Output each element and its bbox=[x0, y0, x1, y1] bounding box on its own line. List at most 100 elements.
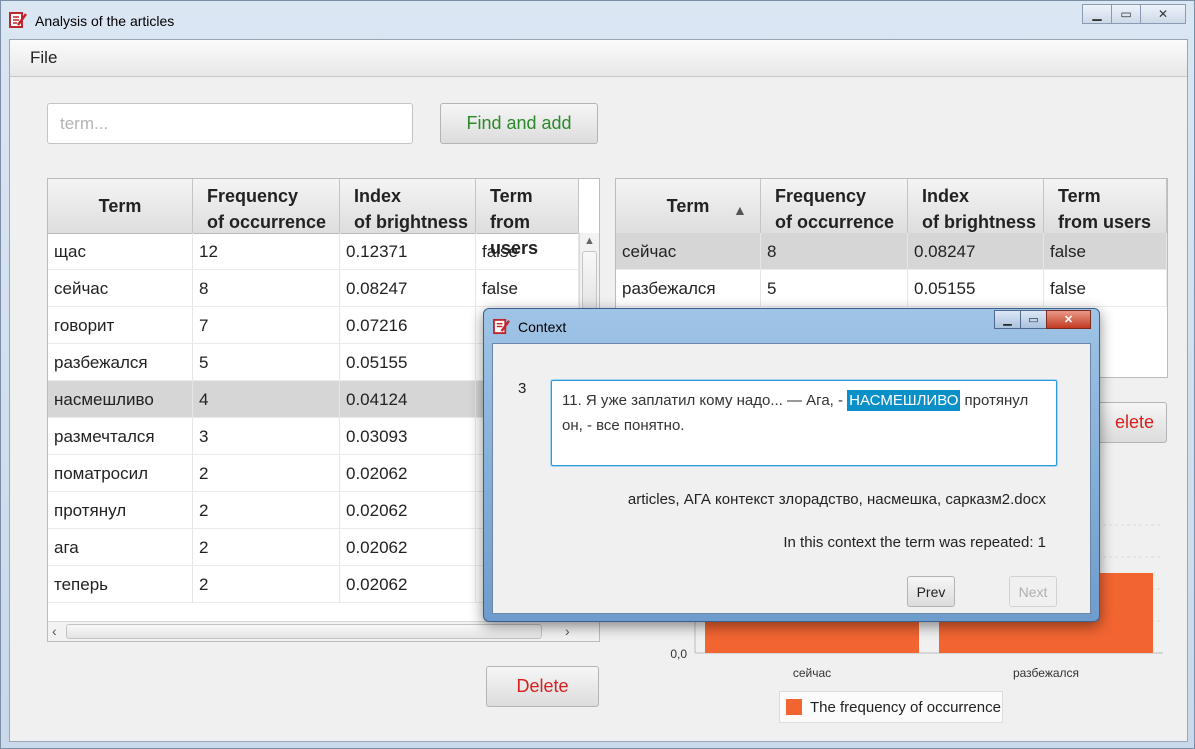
column-header-label-line2: from users bbox=[1058, 212, 1152, 232]
maximize-button[interactable]: ▭ bbox=[1111, 4, 1141, 24]
left-vscroll-thumb[interactable] bbox=[582, 251, 597, 309]
dialog-minimize-button[interactable]: ▁ bbox=[994, 310, 1021, 329]
table-cell: 0.02062 bbox=[340, 455, 476, 491]
table-row[interactable]: щас 12 0.12371 false bbox=[48, 233, 599, 270]
sort-ascending-icon: ▲ bbox=[733, 202, 747, 218]
table-cell: 0.12371 bbox=[340, 233, 476, 269]
table-cell: 2 bbox=[193, 529, 340, 565]
column-header-label-line2: of brightness bbox=[922, 212, 1037, 232]
delete-left-button[interactable]: Delete bbox=[486, 666, 599, 707]
table-cell: насмешливо bbox=[48, 381, 193, 417]
table-cell: false bbox=[1044, 270, 1167, 306]
column-header-2[interactable]: Index of brightness bbox=[340, 179, 476, 233]
column-header-label: Frequency bbox=[775, 186, 867, 206]
column-header-1[interactable]: Frequency of occurrence bbox=[761, 179, 908, 233]
table-cell: false bbox=[476, 233, 579, 269]
legend-swatch bbox=[786, 699, 802, 715]
left-table-header: Term Frequency of occurrence Index of bright… bbox=[48, 179, 579, 258]
table-row[interactable]: разбежался 5 0.05155 false bbox=[616, 270, 1167, 307]
menu-bar: File bbox=[10, 40, 1187, 77]
context-highlighted-term: НАСМЕШЛИВО bbox=[847, 390, 961, 411]
maximize-icon: ▭ bbox=[1120, 7, 1132, 21]
notepad-pen-icon bbox=[493, 318, 510, 335]
table-cell: 8 bbox=[761, 233, 908, 269]
find-and-add-button[interactable]: Find and add bbox=[440, 103, 598, 144]
table-cell: поматросил bbox=[48, 455, 193, 491]
table-cell: 0.07216 bbox=[340, 307, 476, 343]
next-button[interactable]: Next bbox=[1009, 576, 1057, 607]
table-cell: 12 bbox=[193, 233, 340, 269]
column-header-label: Term bbox=[666, 196, 710, 216]
column-header-label: Index bbox=[922, 186, 970, 206]
table-cell: ага bbox=[48, 529, 193, 565]
context-text-before: 11. Я уже заплатил кому надо... — Ага, - bbox=[562, 392, 848, 409]
notepad-pen-icon bbox=[9, 12, 27, 28]
table-cell: разбежался bbox=[616, 270, 761, 306]
table-cell: 5 bbox=[193, 344, 340, 380]
minimize-icon: ▁ bbox=[1092, 7, 1102, 21]
column-header-label: Frequency bbox=[207, 186, 299, 206]
prev-button[interactable]: Prev bbox=[907, 576, 955, 607]
table-cell: 4 bbox=[193, 381, 340, 417]
context-text-area[interactable]: 11. Я уже заплатил кому надо... — Ага, -… bbox=[551, 380, 1057, 466]
context-index: 3 bbox=[518, 380, 527, 397]
menu-file[interactable]: File bbox=[30, 48, 57, 68]
column-header-0[interactable]: Term ▲ bbox=[616, 179, 761, 233]
table-cell: размечтался bbox=[48, 418, 193, 454]
column-header-0[interactable]: Term bbox=[48, 179, 193, 233]
dialog-title: Context bbox=[518, 319, 567, 335]
table-row[interactable]: сейчас 8 0.08247 false bbox=[616, 233, 1167, 270]
y-tick-label: 0,0 bbox=[670, 647, 687, 661]
minimize-icon: ▁ bbox=[1003, 314, 1012, 326]
table-cell: 3 bbox=[193, 418, 340, 454]
x-tick-label: разбежался bbox=[1013, 666, 1079, 680]
table-cell: 0.04124 bbox=[340, 381, 476, 417]
column-header-3[interactable]: Term from users bbox=[476, 179, 579, 258]
dialog-close-button[interactable]: ✕ bbox=[1046, 310, 1091, 329]
table-cell: 0.02062 bbox=[340, 492, 476, 528]
table-cell: теперь bbox=[48, 566, 193, 602]
table-cell: сейчас bbox=[48, 270, 193, 306]
scroll-left-icon: ‹ bbox=[52, 623, 57, 639]
main-window: Analysis of the articles ▁ ▭ ✕ File Find… bbox=[0, 0, 1195, 749]
context-file-name: articles, АГА контекст злорадство, насме… bbox=[627, 491, 1046, 508]
column-header-label: Term bbox=[98, 196, 142, 216]
column-header-3[interactable]: Term from users bbox=[1044, 179, 1167, 233]
column-header-label: Term bbox=[490, 186, 533, 206]
close-icon: ✕ bbox=[1157, 7, 1169, 21]
table-cell: 5 bbox=[761, 270, 908, 306]
legend-label: The frequency of occurrence bbox=[810, 698, 1001, 716]
dialog-maximize-button[interactable]: ▭ bbox=[1020, 310, 1047, 329]
close-button[interactable]: ✕ bbox=[1140, 4, 1186, 24]
context-repeat-count: In this context the term was repeated: 1 bbox=[783, 534, 1046, 551]
left-horizontal-scrollbar[interactable]: ‹ › bbox=[48, 621, 599, 641]
column-header-label-line2: of occurrence bbox=[207, 212, 327, 232]
column-header-label: Term bbox=[1058, 186, 1101, 206]
column-header-label-line2: of occurrence bbox=[775, 212, 895, 232]
table-cell: 7 bbox=[193, 307, 340, 343]
table-row[interactable]: сейчас 8 0.08247 false bbox=[48, 270, 599, 307]
column-header-label: Index bbox=[354, 186, 402, 206]
table-cell: 0.03093 bbox=[340, 418, 476, 454]
table-cell: 0.02062 bbox=[340, 566, 476, 602]
table-cell: 0.05155 bbox=[340, 344, 476, 380]
column-header-1[interactable]: Frequency of occurrence bbox=[193, 179, 340, 233]
x-tick-label: сейчас bbox=[793, 666, 831, 680]
column-header-2[interactable]: Index of brightness bbox=[908, 179, 1044, 233]
table-cell: сейчас bbox=[616, 233, 761, 269]
minimize-button[interactable]: ▁ bbox=[1082, 4, 1112, 24]
right-table-header: Term ▲ Frequency of occurrence Index of brigh… bbox=[616, 179, 1167, 234]
table-cell: 0.08247 bbox=[340, 270, 476, 306]
context-dialog: Context ▁ ▭ ✕ 3 11. Я уже заплатил кому … bbox=[483, 308, 1100, 622]
table-cell: false bbox=[1044, 233, 1167, 269]
scroll-up-icon: ▲ bbox=[584, 235, 595, 247]
left-hscroll-thumb[interactable] bbox=[66, 624, 542, 639]
table-cell: протянул bbox=[48, 492, 193, 528]
table-cell: 0.08247 bbox=[908, 233, 1044, 269]
table-cell: 2 bbox=[193, 566, 340, 602]
table-cell: разбежался bbox=[48, 344, 193, 380]
title-bar: Analysis of the articles ▁ ▭ ✕ bbox=[1, 1, 1194, 39]
term-search-input[interactable] bbox=[47, 103, 413, 144]
table-cell: 2 bbox=[193, 455, 340, 491]
chart-legend: The frequency of occurrence bbox=[779, 691, 1003, 723]
